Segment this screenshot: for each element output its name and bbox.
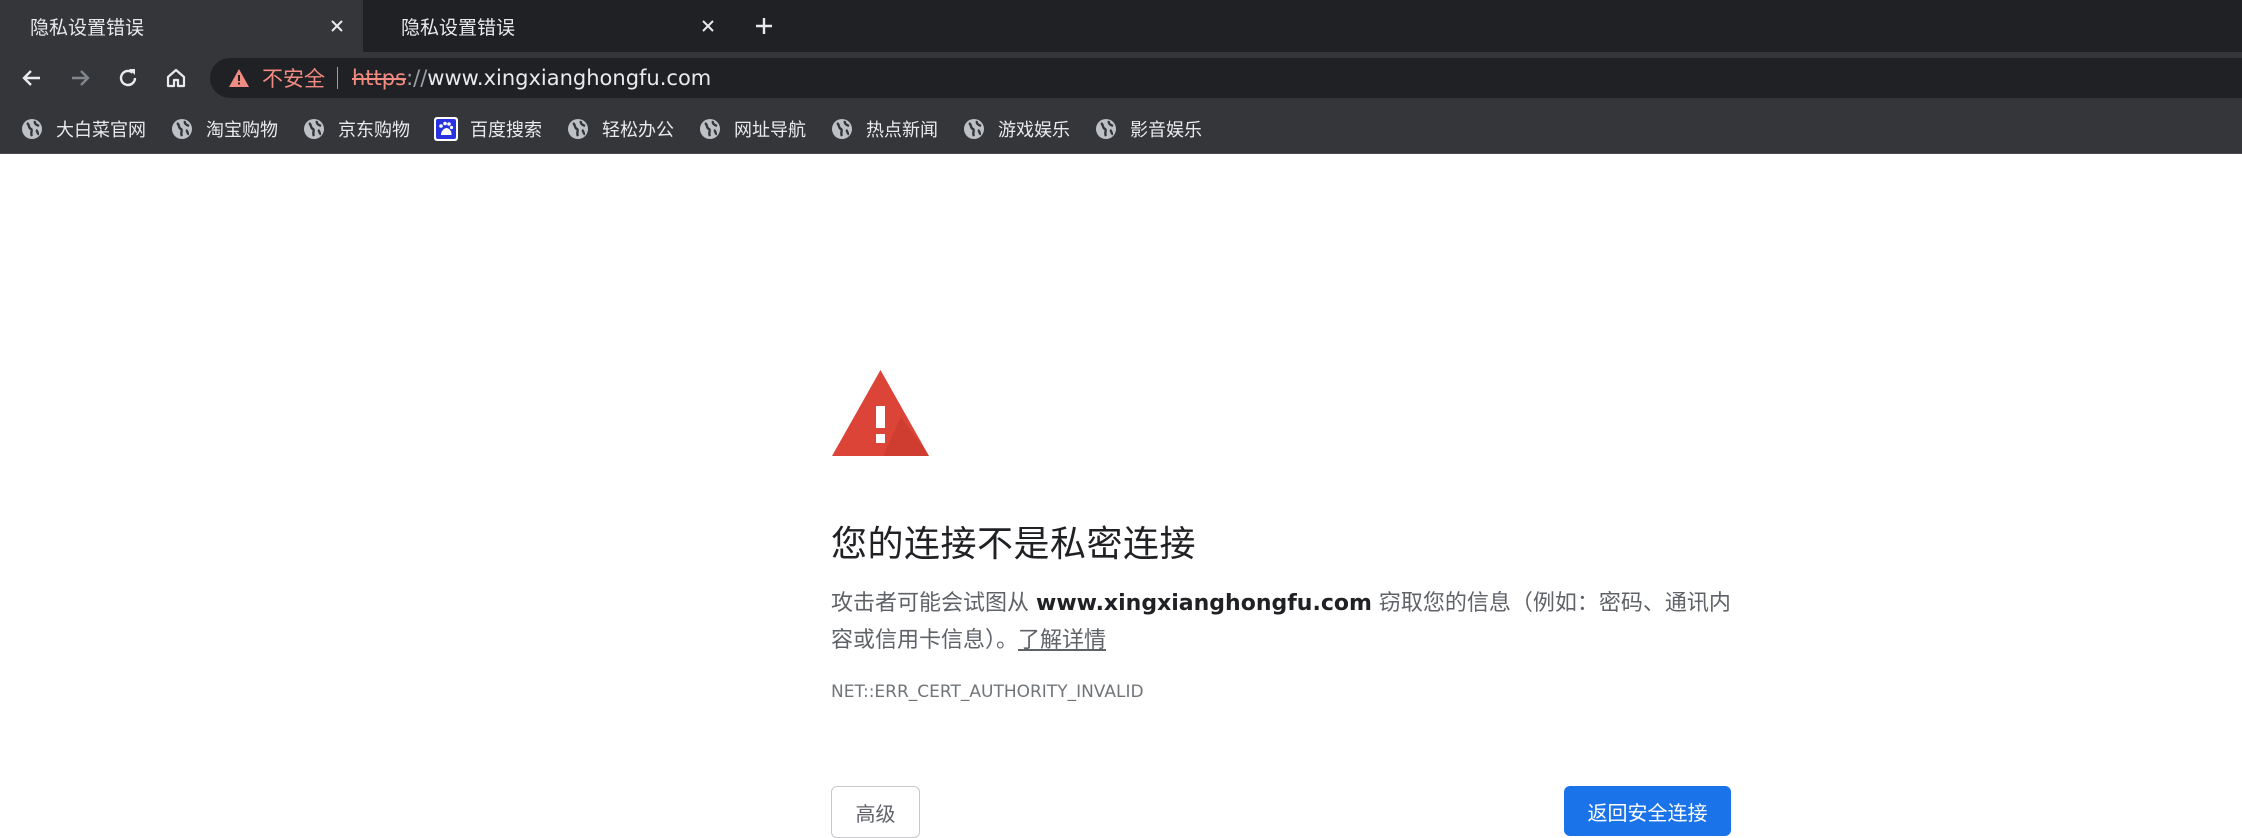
bookmark-label: 热点新闻 [866,120,938,141]
divider [337,67,338,89]
advanced-button[interactable]: 高级 [831,786,920,838]
url-slashes: :// [406,66,428,90]
bookmark-item[interactable]: 网址导航 [698,114,806,144]
warning-icon[interactable] [228,68,250,88]
close-icon[interactable] [325,14,349,38]
home-button[interactable] [158,60,194,96]
learn-more-link[interactable]: 了解详情 [1018,628,1106,653]
explanation-domain: www.xingxianghongfu.com [1036,591,1372,616]
reload-button[interactable] [110,60,146,96]
insecure-label[interactable]: 不安全 [262,63,325,93]
bookmarks-bar: 大白菜官网 淘宝购物 京东购物 百度搜索 轻松办公 网址导航 热点新闻 游戏娱乐… [0,104,2242,154]
bookmark-item[interactable]: 轻松办公 [566,114,674,144]
bookmark-label: 京东购物 [338,120,410,141]
globe-icon [302,117,326,141]
bookmark-item[interactable]: 大白菜官网 [20,114,146,144]
back-to-safety-button[interactable]: 返回安全连接 [1564,786,1731,836]
close-icon[interactable] [696,14,720,38]
bookmark-item[interactable]: 淘宝购物 [170,114,278,144]
explanation-prefix: 攻击者可能会试图从 [831,591,1036,616]
globe-icon [830,117,854,141]
back-button[interactable] [14,60,50,96]
error-explanation: 攻击者可能会试图从 www.xingxianghongfu.com 窃取您的信息… [831,585,1731,659]
privacy-error-page: 您的连接不是私密连接 攻击者可能会试图从 www.xingxianghongfu… [0,155,2242,838]
bookmark-item[interactable]: 京东购物 [302,114,410,144]
arrow-left-icon [22,70,40,86]
tab-strip: 隐私设置错误 隐私设置错误 [0,0,2242,52]
bookmark-label: 影音娱乐 [1130,120,1202,141]
bookmark-label: 百度搜索 [470,120,542,141]
page-title: 您的连接不是私密连接 [831,524,1197,565]
globe-icon [1094,117,1118,141]
warning-icon [832,370,929,456]
url-scheme: https [352,66,407,90]
forward-button[interactable] [62,60,98,96]
plus-icon [756,18,772,34]
globe-icon [698,117,722,141]
bookmark-label: 网址导航 [734,120,806,141]
bookmark-item[interactable]: 热点新闻 [830,114,938,144]
globe-icon [20,117,44,141]
error-code: NET::ERR_CERT_AUTHORITY_INVALID [831,682,1144,702]
bookmark-label: 大白菜官网 [56,120,146,141]
tab-privacy-error-2[interactable]: 隐私设置错误 [371,0,734,52]
globe-icon [962,117,986,141]
bookmark-item[interactable]: 百度搜索 [434,114,542,144]
globe-icon [566,117,590,141]
tab-privacy-error-1[interactable]: 隐私设置错误 [0,0,363,52]
new-tab-button[interactable] [748,10,780,42]
tab-title: 隐私设置错误 [401,16,516,39]
baidu-icon [434,117,458,141]
bookmark-label: 轻松办公 [602,120,674,141]
arrow-right-icon [72,70,90,86]
home-icon [166,68,186,88]
globe-icon [170,117,194,141]
bookmark-item[interactable]: 游戏娱乐 [962,114,1070,144]
toolbar: 不安全 https://www.xingxianghongfu.com [0,52,2242,104]
url-host: www.xingxianghongfu.com [427,66,712,90]
tab-title: 隐私设置错误 [30,16,145,39]
bookmark-item[interactable]: 影音娱乐 [1094,114,1202,144]
bookmark-label: 淘宝购物 [206,120,278,141]
address-bar[interactable]: 不安全 https://www.xingxianghongfu.com [210,58,2242,98]
reload-icon [119,69,137,87]
url-text[interactable]: https://www.xingxianghongfu.com [352,66,711,90]
bookmark-label: 游戏娱乐 [998,120,1070,141]
